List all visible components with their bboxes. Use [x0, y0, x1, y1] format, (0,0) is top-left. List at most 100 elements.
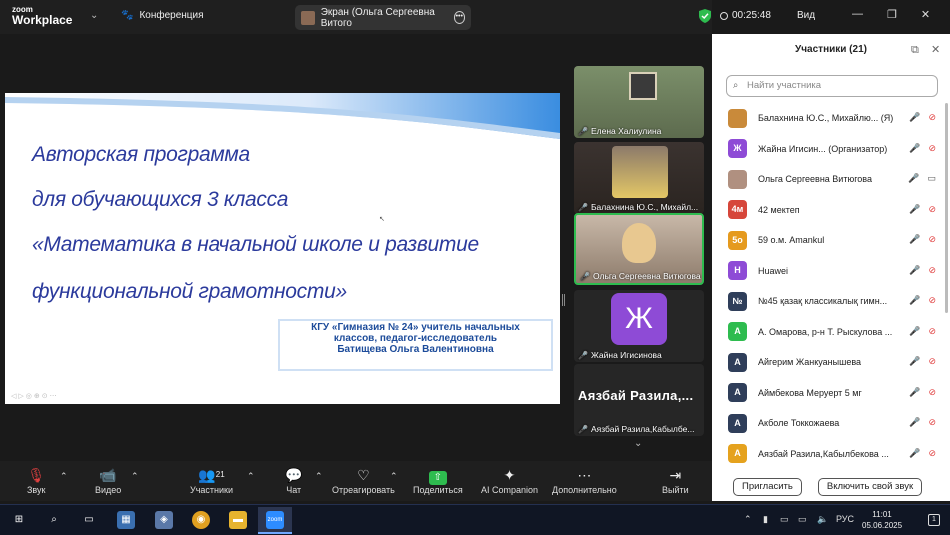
participants-count: 21: [215, 470, 225, 479]
video-caret-icon[interactable]: ⌃: [131, 471, 139, 482]
video-tile-2[interactable]: 🎤 Балахнина Ю.С., Михайл...: [574, 142, 704, 214]
mic-off-icon: 🎤: [578, 350, 588, 360]
popout-icon[interactable]: ⧉: [911, 34, 919, 66]
participant-avatar: Ж: [728, 139, 747, 159]
mic-off-icon: 🎤: [909, 325, 921, 336]
mouse-cursor-icon: ↖: [379, 216, 385, 223]
video-tile-4[interactable]: Ж 🎤 Жайна Игисинова: [574, 290, 704, 362]
tile-4-name-text: Жайна Игисинова: [590, 350, 662, 360]
volume-icon[interactable]: 🔈: [817, 514, 828, 525]
app-icon[interactable]: ◈: [155, 511, 173, 529]
file-explorer-icon[interactable]: ▬: [229, 511, 247, 529]
react-caret-icon[interactable]: ⌃: [390, 471, 398, 482]
participants-button[interactable]: 👥21 Участники: [190, 465, 233, 495]
participant-name: Аязбай Разила,Кабылбекова ...: [758, 448, 889, 459]
view-button[interactable]: Вид: [797, 10, 815, 21]
logo-text-workplace: Workplace: [12, 13, 73, 27]
react-button[interactable]: ♡ Отреагировать: [332, 465, 395, 495]
video-tile-5[interactable]: Аязбай Разила,... 🎤 Аязбай Разила,Кабылбе…: [574, 364, 704, 436]
chevron-down-icon[interactable]: ⌄: [90, 10, 98, 21]
more-icon[interactable]: •••: [453, 11, 465, 24]
participant-row[interactable]: H Huawei 🎤 ⊘: [712, 256, 950, 287]
close-icon[interactable]: ✕: [931, 34, 940, 66]
participant-search-input[interactable]: ⌕ Найти участника: [726, 75, 938, 97]
invite-button[interactable]: Пригласить: [733, 478, 802, 496]
participant-row[interactable]: А Аймбекова Меруерт 5 мг 🎤 ⊘: [712, 378, 950, 409]
sparkle-icon: ✦: [503, 467, 516, 483]
chat-button[interactable]: 💬 Чат: [285, 465, 302, 495]
participants-panel: Участники (21) ⧉ ✕ ⌕ Найти участника Бал…: [712, 34, 950, 501]
more-button[interactable]: ⋯ Дополнительно: [552, 465, 617, 495]
participant-row[interactable]: 5o 59 о.м. Amankul 🎤 ⊘: [712, 225, 950, 256]
share-button[interactable]: ⇧ Поделиться: [413, 465, 463, 495]
meet-icon[interactable]: ▭: [798, 514, 807, 525]
minimize-icon[interactable]: —: [852, 8, 863, 21]
tray-chevron-icon[interactable]: ⌃: [744, 514, 752, 525]
video-off-icon: ⊘: [928, 203, 936, 214]
language-indicator[interactable]: РУС: [836, 514, 854, 524]
close-icon[interactable]: ✕: [921, 8, 930, 21]
notification-icon[interactable]: 1: [928, 514, 940, 526]
participant-status-icons: 🎤 ⊘: [909, 387, 936, 398]
ai-companion-label: AI Companion: [481, 485, 539, 495]
clock[interactable]: 11:01 05.06.2025: [862, 509, 902, 531]
mic-off-icon: 🎤: [909, 142, 921, 153]
scrollbar[interactable]: [945, 103, 948, 313]
usb-icon[interactable]: ▮: [763, 514, 768, 525]
slide-controls[interactable]: ◁▷◎⊕⊙⋯: [11, 392, 59, 400]
unmute-myself-button[interactable]: Включить свой звук: [817, 478, 923, 496]
participant-row[interactable]: А Акболе Токкожаева 🎤 ⊘: [712, 408, 950, 439]
leave-label: Выйти: [662, 485, 689, 495]
participant-row[interactable]: 4м 42 мектеп 🎤 ⊘: [712, 195, 950, 226]
network-icon[interactable]: ▭: [780, 514, 789, 525]
participant-row[interactable]: Балахнина Ю.С., Михайлю... (Я) 🎤 ⊘: [712, 103, 950, 134]
task-view-icon[interactable]: ▭: [80, 511, 98, 529]
audio-caret-icon[interactable]: ⌃: [60, 471, 68, 482]
participant-status-icons: 🎤 ⊘: [909, 112, 936, 123]
video-button[interactable]: 📹 Видео: [95, 465, 121, 495]
zoom-taskbar-item[interactable]: zoom: [258, 507, 292, 534]
resize-handle[interactable]: [562, 294, 565, 306]
tile-2-name: 🎤 Балахнина Ю.С., Михайл...: [578, 202, 698, 212]
mic-off-icon: 🎤: [580, 271, 590, 281]
leave-button[interactable]: ⇥ Выйти: [662, 465, 689, 495]
video-tile-3-active[interactable]: 🎤 Ольга Сергеевна Витюгова: [574, 213, 704, 285]
restore-icon[interactable]: ❐: [887, 8, 897, 21]
video-off-icon: ⊘: [928, 447, 936, 458]
participant-row[interactable]: Ольга Сергеевна Витюгова 🎤 ▭: [712, 164, 950, 195]
scroll-down-chevron-icon[interactable]: ⌄: [634, 438, 642, 449]
participant-name: Акболе Токкожаева: [758, 418, 840, 429]
conference-button[interactable]: 🐾 Конференция: [121, 10, 204, 21]
chat-caret-icon[interactable]: ⌃: [315, 471, 323, 482]
video-off-icon: ⊘: [928, 112, 936, 122]
participant-row[interactable]: А Аязбай Разила,Кабылбекова ... 🎤 ⊘: [712, 439, 950, 470]
zoom-icon: zoom: [266, 511, 284, 529]
ai-companion-button[interactable]: ✦ AI Companion: [481, 465, 538, 495]
heart-icon: ♡: [357, 467, 370, 483]
audio-label: Звук: [27, 485, 46, 495]
screen-share-pill[interactable]: Экран (Ольга Сергеевна Витого •••: [295, 5, 471, 30]
security-shield-icon[interactable]: [699, 9, 711, 23]
participant-row[interactable]: А А. Омарова, р-н Т. Рыскулова ... 🎤 ⊘: [712, 317, 950, 348]
slide-title-line-4: функциональной грамотности»: [32, 280, 347, 303]
participant-row[interactable]: Ж Жайна Игисин... (Организатор) 🎤 ⊘: [712, 134, 950, 165]
camera-icon: ▭: [927, 173, 936, 183]
windows-start-icon[interactable]: ⊞: [10, 511, 28, 529]
audio-button[interactable]: 🎙 Звук: [27, 465, 45, 495]
chrome-icon[interactable]: ◉: [192, 511, 210, 529]
calculator-icon[interactable]: ▦: [117, 511, 135, 529]
video-off-icon: ⊘: [928, 417, 936, 427]
tile-3-name: 🎤 Ольга Сергеевна Витюгова: [580, 271, 701, 281]
participant-avatar: А: [728, 444, 747, 464]
participant-row[interactable]: А Айгерим Жанкуанышева 🎤 ⊘: [712, 347, 950, 378]
participant-name: 59 о.м. Amankul: [758, 235, 825, 246]
search-icon[interactable]: ⌕: [45, 511, 63, 529]
participant-name: 42 мектеп: [758, 204, 800, 215]
participants-caret-icon[interactable]: ⌃: [247, 471, 255, 482]
video-tile-1[interactable]: 🎤 Елена Халиулина: [574, 66, 704, 138]
participant-row[interactable]: № №45 қазақ классикалық гимн... 🎤 ⊘: [712, 286, 950, 317]
mic-off-icon: 🎤: [909, 112, 921, 122]
panel-title: Участники (21): [795, 44, 867, 55]
participant-avatar: №: [728, 291, 747, 311]
shared-screen-area: Авторская программа для обучающихся 3 кл…: [0, 34, 566, 461]
